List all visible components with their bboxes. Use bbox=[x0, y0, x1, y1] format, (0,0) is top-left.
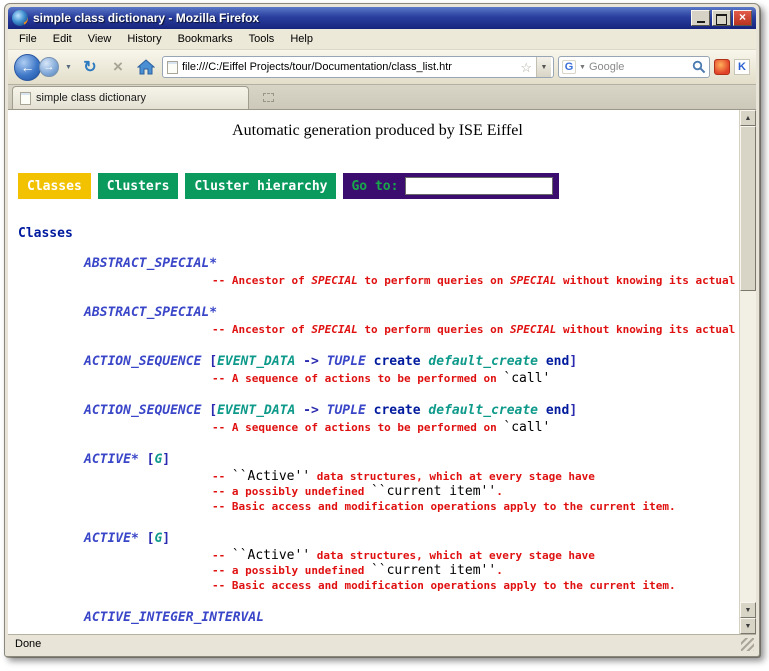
class-entry: ABSTRACT_SPECIAL* -- Ancestor of SPECIAL … bbox=[84, 256, 739, 288]
goto-box: Go to: bbox=[343, 173, 559, 199]
scrollbar-thumb[interactable] bbox=[740, 126, 756, 291]
menu-view[interactable]: View bbox=[80, 30, 120, 48]
menu-history[interactable]: History bbox=[119, 30, 169, 48]
url-input[interactable] bbox=[182, 61, 516, 73]
classes-section-title: Classes bbox=[18, 226, 739, 241]
class-entry: ABSTRACT_SPECIAL* -- Ancestor of SPECIAL … bbox=[84, 305, 739, 337]
goto-label: Go to: bbox=[351, 179, 398, 194]
search-bar[interactable]: G ▼ bbox=[558, 56, 710, 78]
titlebar[interactable]: simple class dictionary - Mozilla Firefo… bbox=[8, 7, 756, 29]
class-link[interactable]: ACTION_SEQUENCE [EVENT_DATA -> TUPLE cre… bbox=[84, 354, 739, 369]
window-controls: × bbox=[691, 10, 752, 26]
back-button[interactable]: ← bbox=[14, 54, 41, 81]
tab-favicon bbox=[20, 92, 31, 105]
class-comment: -- ``Active'' data structures, which at … bbox=[212, 469, 739, 514]
class-link[interactable]: ACTIVE* [G] bbox=[84, 452, 739, 467]
class-link[interactable]: ACTIVE* [G] bbox=[84, 531, 739, 546]
home-button[interactable] bbox=[134, 55, 158, 79]
home-icon bbox=[137, 59, 155, 75]
addon-red-icon[interactable] bbox=[714, 59, 730, 75]
google-icon: G bbox=[562, 60, 576, 74]
search-input[interactable] bbox=[589, 61, 689, 73]
class-link[interactable]: ACTIVE_INTEGER_INTERVAL bbox=[84, 610, 739, 625]
url-dropdown-icon[interactable]: ▼ bbox=[536, 57, 551, 77]
bookmark-star-icon[interactable]: ☆ bbox=[520, 61, 532, 74]
class-entries: ABSTRACT_SPECIAL* -- Ancestor of SPECIAL … bbox=[16, 256, 739, 625]
scroll-up-button[interactable]: ▲ bbox=[740, 110, 756, 126]
menu-file[interactable]: File bbox=[11, 30, 45, 48]
minimize-button[interactable] bbox=[691, 10, 710, 26]
class-entry: ACTION_SEQUENCE [EVENT_DATA -> TUPLE cre… bbox=[84, 354, 739, 386]
menu-tools[interactable]: Tools bbox=[241, 30, 283, 48]
vertical-scrollbar[interactable]: ▲ ▼ ▼ bbox=[739, 110, 756, 634]
scrollbar-track[interactable] bbox=[740, 291, 756, 602]
new-tab-button[interactable] bbox=[255, 88, 281, 107]
search-icon[interactable] bbox=[692, 60, 706, 74]
resize-grip[interactable] bbox=[741, 638, 754, 651]
status-text: Done bbox=[15, 638, 41, 650]
scroll-down-button[interactable]: ▼ bbox=[740, 618, 756, 634]
menu-help[interactable]: Help bbox=[282, 30, 321, 48]
goto-input[interactable] bbox=[405, 177, 553, 195]
addon-k-icon[interactable]: K bbox=[734, 59, 750, 75]
refresh-button[interactable]: ↻ bbox=[78, 55, 102, 79]
status-bar: Done bbox=[8, 634, 756, 653]
page-nav-buttons: Classes Clusters Cluster hierarchy Go to… bbox=[18, 173, 739, 199]
class-entry: ACTION_SEQUENCE [EVENT_DATA -> TUPLE cre… bbox=[84, 403, 739, 435]
menu-edit[interactable]: Edit bbox=[45, 30, 80, 48]
forward-button[interactable]: → bbox=[39, 57, 59, 77]
class-entry: ACTIVE* [G] -- ``Active'' data structures… bbox=[84, 452, 739, 514]
site-favicon bbox=[167, 61, 178, 74]
stop-button[interactable]: × bbox=[106, 55, 130, 79]
navigation-toolbar: ← → ▼ ↻ × ☆ ▼ G ▼ K bbox=[8, 50, 756, 85]
class-comment: -- Ancestor of SPECIAL to perform querie… bbox=[212, 322, 739, 337]
clusters-button[interactable]: Clusters bbox=[98, 173, 179, 199]
class-comment: -- A sequence of actions to be performed… bbox=[212, 371, 739, 386]
class-comment: -- A sequence of actions to be performed… bbox=[212, 420, 739, 435]
browser-viewport: Automatic generation produced by ISE Eif… bbox=[8, 110, 756, 634]
page-title: Automatic generation produced by ISE Eif… bbox=[16, 122, 739, 140]
maximize-button[interactable] bbox=[712, 10, 731, 26]
search-engine-dropdown-icon[interactable]: ▼ bbox=[579, 64, 586, 71]
address-bar[interactable]: ☆ ▼ bbox=[162, 56, 554, 78]
close-button[interactable]: × bbox=[733, 10, 752, 26]
cluster-hierarchy-button[interactable]: Cluster hierarchy bbox=[185, 173, 336, 199]
tab-simple-class-dictionary[interactable]: simple class dictionary bbox=[12, 86, 249, 109]
frame-scroll-down-button[interactable]: ▼ bbox=[740, 602, 756, 618]
menubar: File Edit View History Bookmarks Tools H… bbox=[8, 29, 756, 50]
history-dropdown-icon[interactable]: ▼ bbox=[63, 64, 74, 71]
classes-button[interactable]: Classes bbox=[18, 173, 91, 199]
firefox-window: simple class dictionary - Mozilla Firefo… bbox=[4, 3, 760, 657]
firefox-icon bbox=[12, 10, 28, 26]
class-link[interactable]: ABSTRACT_SPECIAL* bbox=[84, 256, 739, 271]
class-comment: -- Ancestor of SPECIAL to perform querie… bbox=[212, 273, 739, 288]
class-entry: ACTIVE_INTEGER_INTERVAL bbox=[84, 610, 739, 625]
class-link[interactable]: ABSTRACT_SPECIAL* bbox=[84, 305, 739, 320]
class-comment: -- ``Active'' data structures, which at … bbox=[212, 548, 739, 593]
new-tab-icon bbox=[263, 93, 274, 102]
window-title: simple class dictionary - Mozilla Firefo… bbox=[33, 11, 686, 25]
tab-label: simple class dictionary bbox=[36, 92, 146, 104]
class-link[interactable]: ACTION_SEQUENCE [EVENT_DATA -> TUPLE cre… bbox=[84, 403, 739, 418]
page-content: Automatic generation produced by ISE Eif… bbox=[8, 110, 739, 634]
menu-bookmarks[interactable]: Bookmarks bbox=[170, 30, 241, 48]
class-entry: ACTIVE* [G] -- ``Active'' data structures… bbox=[84, 531, 739, 593]
tab-bar: simple class dictionary bbox=[8, 85, 756, 110]
